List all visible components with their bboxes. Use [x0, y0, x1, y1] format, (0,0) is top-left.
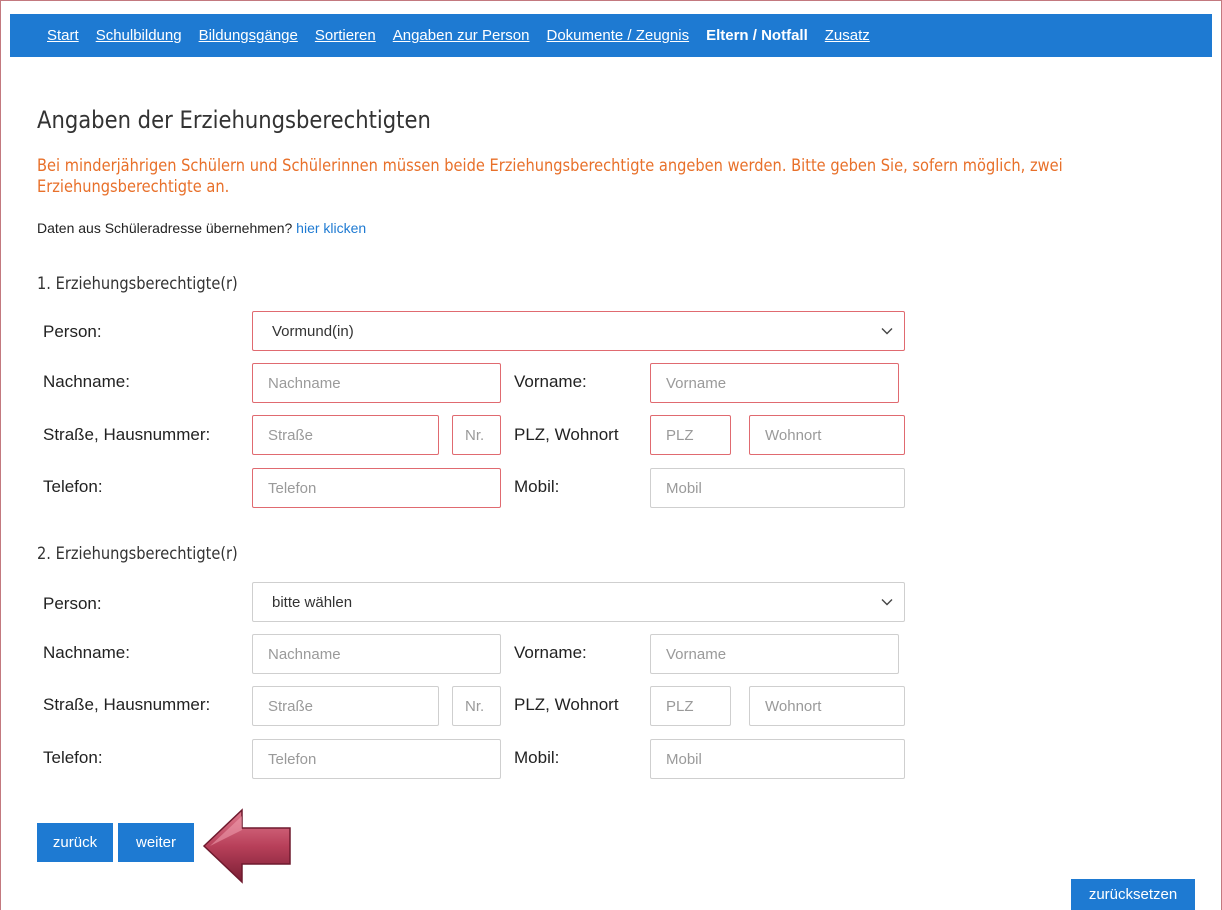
guardian2-strasse-input[interactable]: [252, 686, 439, 726]
guardian1-person-select[interactable]: Vormund(in): [252, 311, 905, 351]
nav-link-bildungsgaenge[interactable]: Bildungsgänge: [199, 27, 298, 44]
copy-address-prompt: Daten aus Schüleradresse übernehmen?: [37, 220, 293, 236]
left-arrow-icon: [202, 808, 291, 884]
window-frame: [0, 0, 1222, 910]
guardian2-plz-ort-label: PLZ, Wohnort: [514, 695, 619, 714]
guardian1-person-label: Person:: [43, 322, 102, 341]
warning-message: Bei minderjährigen Schülern und Schüleri…: [37, 156, 1063, 197]
back-button[interactable]: zurück: [37, 823, 113, 862]
guardian2-person-value: bitte wählen: [272, 593, 353, 611]
guardian2-mobil-input[interactable]: [650, 739, 905, 779]
nav-link-zusatz[interactable]: Zusatz: [825, 27, 870, 44]
guardian2-nachname-label: Nachname:: [43, 643, 130, 662]
guardian1-vorname-label: Vorname:: [514, 372, 587, 391]
copy-address-line: Daten aus Schüleradresse übernehmen? hie…: [37, 220, 366, 236]
guardian1-strasse-label: Straße, Hausnummer:: [43, 425, 211, 444]
next-button[interactable]: weiter: [118, 823, 194, 862]
guardian1-hausnummer-input[interactable]: [452, 415, 501, 455]
guardian2-plz-input[interactable]: [650, 686, 731, 726]
nav-link-start[interactable]: Start: [47, 27, 79, 44]
guardian1-nachname-input[interactable]: [252, 363, 501, 403]
guardian2-section-title: 2. Erziehungsberechtigte(r): [37, 544, 238, 564]
chevron-down-icon: [881, 328, 893, 335]
guardian1-plz-ort-label: PLZ, Wohnort: [514, 425, 619, 444]
guardian2-nachname-input[interactable]: [252, 634, 501, 674]
guardian1-section-title: 1. Erziehungsberechtigte(r): [37, 274, 238, 294]
guardian2-telefon-input[interactable]: [252, 739, 501, 779]
nav-link-eltern-notfall[interactable]: Eltern / Notfall: [706, 27, 808, 44]
nav-link-dokumente-zeugnis[interactable]: Dokumente / Zeugnis: [547, 27, 690, 44]
guardian2-vorname-label: Vorname:: [514, 643, 587, 662]
guardian2-vorname-input[interactable]: [650, 634, 899, 674]
guardian1-plz-input[interactable]: [650, 415, 731, 455]
guardian2-hausnummer-input[interactable]: [452, 686, 501, 726]
guardian1-mobil-input[interactable]: [650, 468, 905, 508]
guardian1-vorname-input[interactable]: [650, 363, 899, 403]
guardian1-telefon-input[interactable]: [252, 468, 501, 508]
nav-link-sortieren[interactable]: Sortieren: [315, 27, 376, 44]
guardian2-mobil-label: Mobil:: [514, 748, 560, 767]
guardian1-mobil-label: Mobil:: [514, 477, 560, 496]
top-navigation: Start Schulbildung Bildungsgänge Sortier…: [10, 14, 1212, 57]
chevron-down-icon: [881, 599, 893, 606]
page-title: Angaben der Erziehungsberechtigten: [37, 106, 431, 134]
copy-address-link[interactable]: hier klicken: [296, 220, 366, 236]
nav-link-schulbildung[interactable]: Schulbildung: [96, 27, 182, 44]
reset-button[interactable]: zurücksetzen: [1071, 879, 1195, 910]
guardian2-telefon-label: Telefon:: [43, 748, 103, 767]
guardian1-person-value: Vormund(in): [272, 322, 354, 340]
guardian1-wohnort-input[interactable]: [749, 415, 905, 455]
guardian2-wohnort-input[interactable]: [749, 686, 905, 726]
guardian2-strasse-label: Straße, Hausnummer:: [43, 695, 211, 714]
guardian1-strasse-input[interactable]: [252, 415, 439, 455]
nav-link-angaben-zur-person[interactable]: Angaben zur Person: [393, 27, 530, 44]
guardian1-nachname-label: Nachname:: [43, 372, 130, 391]
guardian1-telefon-label: Telefon:: [43, 477, 103, 496]
guardian2-person-label: Person:: [43, 594, 102, 613]
guardian2-person-select[interactable]: bitte wählen: [252, 582, 905, 622]
